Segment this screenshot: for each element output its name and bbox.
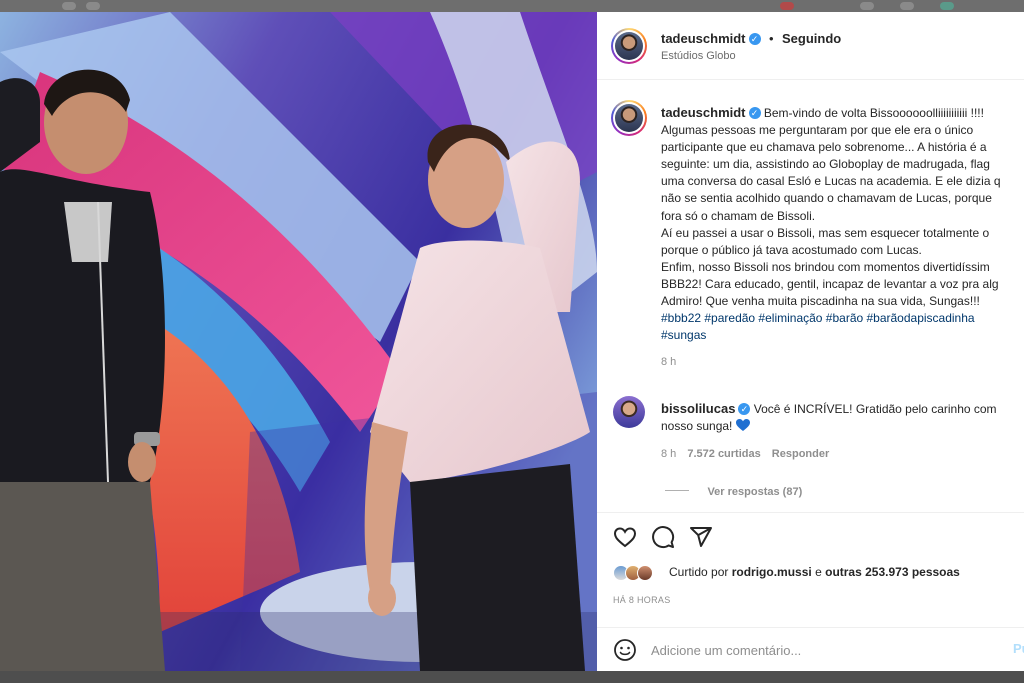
post-photo[interactable] [0,12,597,671]
reply-button[interactable]: Responder [772,448,829,460]
post-caption: tadeuschmidt ✓ Bem-vindo de volta Bissooo… [661,104,1024,371]
author-line: tadeuschmidt ✓ • Seguindo [661,30,841,48]
post-header: tadeuschmidt ✓ • Seguindo Estúdios Globo [597,12,1024,80]
verified-badge-icon: ✓ [748,107,761,119]
background-bottom-strip [0,671,1024,683]
liked-by-user[interactable]: rodrigo.mussi [732,565,812,579]
caption-text: Bem-vindo de volta Bissoooooolliiiiiiiii… [763,106,984,120]
follow-status-button[interactable]: Seguindo [782,31,841,46]
comment-age[interactable]: 8 h [661,448,676,460]
commenter-avatar[interactable] [613,396,645,428]
caption-line: seguinte: um dia, assistindo ao Globopla… [661,157,990,172]
post-detail-panel: tadeuschmidt ✓ • Seguindo Estúdios Globo … [597,12,1024,671]
caption-line: porque o público já tava acostumado com … [661,242,922,257]
caption-author-avatar[interactable] [611,100,647,136]
caption-author-username[interactable]: tadeuschmidt [661,105,746,120]
comment: bissolilucas ✓ Você é INCRÍVEL! Gratidão … [661,400,997,437]
verified-badge-icon: ✓ [748,33,761,45]
replies-divider [665,490,689,492]
caption-line: não se sentia acolhido quando o chamavam… [661,191,992,206]
comment-input[interactable] [651,641,971,659]
background-icon [860,2,874,10]
comment-likes[interactable]: 7.572 curtidas [687,448,760,460]
blue-heart-emoji-icon [735,419,750,437]
caption-line: Algumas pessoas me perguntaram por que e… [661,123,974,138]
comment-text: nosso sunga! [661,419,733,434]
view-replies-label[interactable]: Ver respostas (87) [707,486,802,498]
comment-text: Você é INCRÍVEL! Gratidão pelo carinho c… [753,402,997,416]
commenter-username[interactable]: bissolilucas [661,401,735,416]
liker-avatar [637,565,653,581]
background-browser-strip [0,0,1024,12]
background-notification-icon [780,2,794,10]
verified-badge-icon: ✓ [738,403,751,415]
post-timestamp[interactable]: HÁ 8 HORAS [613,595,671,605]
background-icon [62,2,76,10]
caption-line: participante que eu chamava pelo sobreno… [661,140,987,155]
location-link[interactable]: Estúdios Globo [661,50,736,62]
liked-by-avatars[interactable] [613,565,665,583]
liked-by-others[interactable]: outras 253.973 pessoas [825,565,960,579]
comment-bar: Publicar [597,627,1024,671]
caption-line: uma conversa do casal Esló e Lucas na ac… [661,174,1001,189]
background-icon [86,2,100,10]
liked-by-prefix: Curtido por [669,565,729,579]
publish-comment-button[interactable]: Publicar [1013,641,1024,656]
caption-age[interactable]: 8 h [661,354,1024,371]
caption-line: Enfim, nosso Bissoli nos brindou com mom… [661,259,990,274]
post-actions: Curtido por rodrigo.mussi e outras 253.9… [597,512,1024,671]
studio-photo-illustration [0,12,597,671]
heart-icon[interactable] [613,525,637,549]
separator-dot: • [768,31,774,46]
share-icon[interactable] [689,525,713,549]
caption-line: fora só o chamam de Bissoli. [661,208,816,223]
liked-by-conjunction: e [815,565,822,579]
hashtags[interactable]: #sungas [661,327,1024,344]
comment-icon[interactable] [651,525,675,549]
caption-line: tadeuschmidt ✓ Bem-vindo de volta Bissooo… [661,104,1024,122]
comment-meta: 8 h 7.572 curtidas Responder [661,448,829,460]
background-icon [900,2,914,10]
emoji-icon[interactable] [613,638,637,662]
author-username[interactable]: tadeuschmidt [661,31,746,46]
caption-line: BBB22! Cara educado, gentil, incapaz de … [661,276,999,291]
hashtags[interactable]: #bbb22 #paredão #eliminação #barão #barã… [661,310,1024,327]
caption-line: Aí eu passei a usar o Bissoli, mas sem e… [661,225,990,240]
liked-by: Curtido por rodrigo.mussi e outras 253.9… [669,565,960,579]
background-icon [940,2,954,10]
caption-line: Admiro! Que venha muita piscadinha na su… [661,294,980,309]
author-avatar[interactable] [611,28,647,64]
view-replies[interactable]: Ver respostas (87) [665,482,802,500]
